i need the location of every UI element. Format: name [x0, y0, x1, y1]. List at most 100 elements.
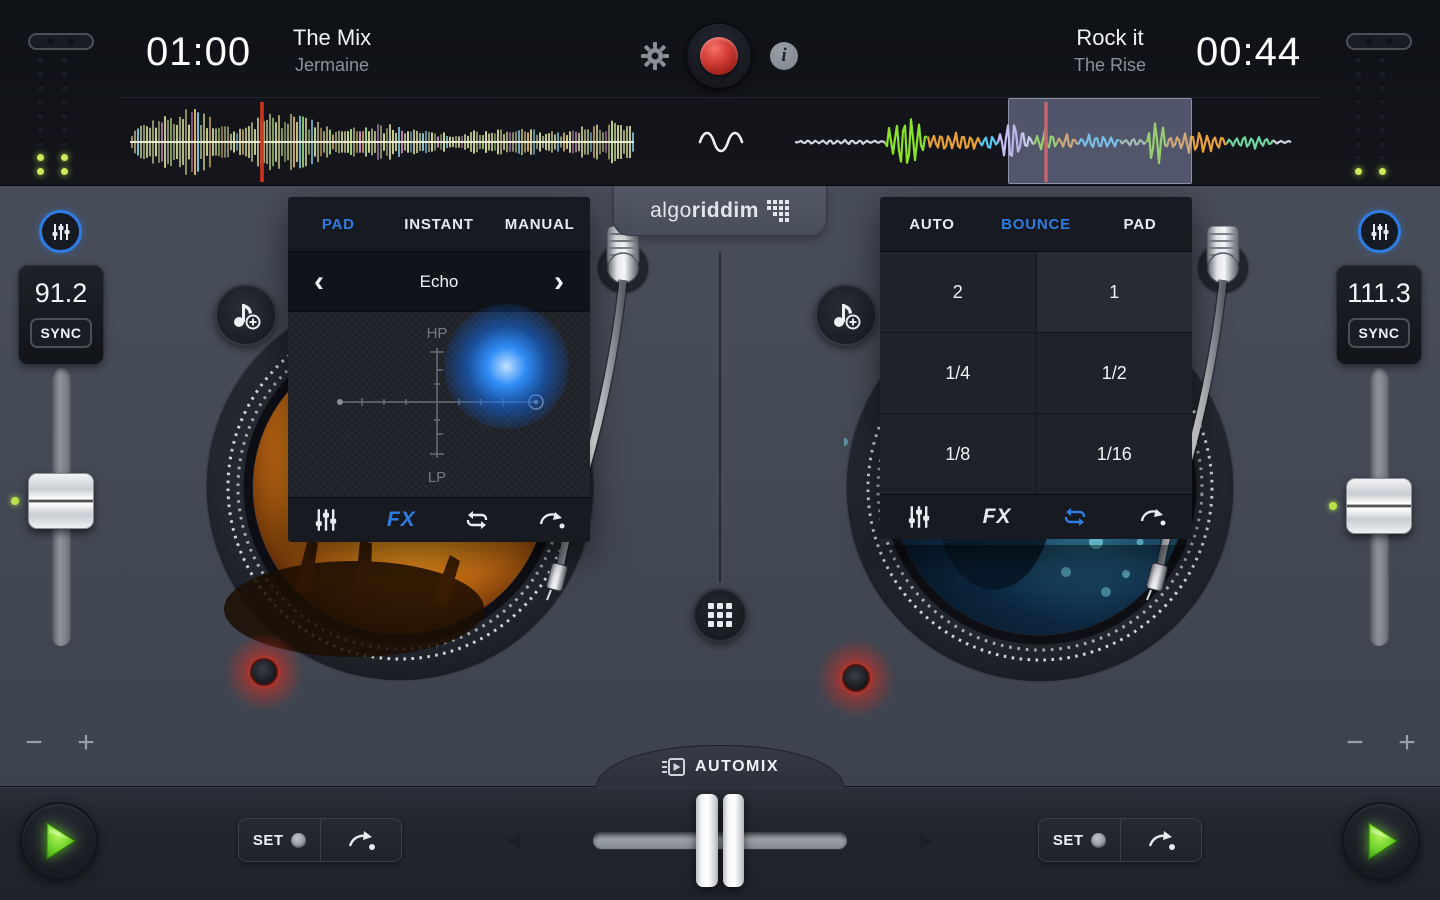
center-divider	[719, 252, 721, 582]
chevron-right-icon[interactable]: ›	[554, 267, 564, 297]
bounce-cell[interactable]: 1/4	[880, 333, 1036, 413]
sampler-grid-button[interactable]	[693, 588, 747, 642]
fx-tab-bar: PAD INSTANT MANUAL	[288, 197, 590, 252]
record-button[interactable]	[686, 23, 752, 89]
automix-button[interactable]: AUTOMIX	[596, 745, 844, 787]
loop-selection-region[interactable]	[1008, 98, 1192, 184]
mini-fader-indicator	[1346, 33, 1412, 50]
automix-play-icon	[661, 758, 685, 776]
cue-dot-icon	[291, 833, 306, 848]
add-track-button[interactable]	[815, 284, 877, 346]
fx-xy-pad[interactable]: HP LP	[288, 312, 590, 497]
effect-selector: ‹ Echo ›	[288, 252, 590, 312]
tempo-plus-button[interactable]: +	[66, 726, 106, 760]
logo-grid-icon	[766, 199, 790, 223]
record-icon	[700, 37, 738, 75]
left-track-info[interactable]: The Mix Jermaine	[222, 25, 442, 76]
left-fx-panel: PAD INSTANT MANUAL ‹ Echo › HP LP	[288, 197, 590, 542]
bounce-tab-bar: AUTO BOUNCE PAD	[880, 197, 1192, 252]
tab-manual[interactable]: MANUAL	[489, 216, 590, 233]
djay-app: algoriddim AUTOMIX	[0, 0, 1440, 900]
mixer-button[interactable]	[880, 505, 958, 529]
fx-button[interactable]: FX	[958, 505, 1036, 529]
sync-button[interactable]: SYNC	[1348, 318, 1410, 348]
bounce-cell[interactable]: 1/8	[880, 414, 1036, 494]
mixer-button[interactable]	[288, 508, 364, 532]
crossfade-left-arrow	[506, 833, 520, 849]
crossfader-handle[interactable]	[696, 794, 744, 887]
play-button[interactable]	[20, 802, 98, 880]
tab-pad[interactable]: PAD	[1088, 216, 1192, 233]
cue-dot-icon	[1091, 833, 1106, 848]
jump-cue-button[interactable]	[320, 819, 402, 861]
redo-button[interactable]	[515, 509, 591, 531]
chevron-left-icon[interactable]: ‹	[314, 267, 324, 297]
left-cue-controls: SET	[238, 818, 402, 862]
waveform-toggle-icon[interactable]	[698, 128, 744, 156]
settings-button[interactable]	[640, 41, 670, 71]
bounce-cell[interactable]: 2	[880, 252, 1036, 332]
track-artist: Jermaine	[222, 55, 442, 76]
bounce-icon-bar: FX	[880, 494, 1192, 539]
bounce-cell[interactable]: 1/2	[1037, 333, 1193, 413]
track-title: Rock it	[1000, 25, 1220, 51]
right-cue-controls: SET	[1038, 818, 1202, 862]
fx-button[interactable]: FX	[364, 508, 440, 532]
bounce-grid: 2 1 1/4 1/2 1/8 1/16	[880, 252, 1192, 494]
bounce-cell[interactable]: 1/16	[1037, 414, 1193, 494]
sync-button[interactable]: SYNC	[30, 318, 92, 348]
cue-light[interactable]	[250, 658, 278, 686]
eq-sliders-icon	[51, 222, 71, 242]
effect-name: Echo	[420, 272, 459, 292]
bounce-cell[interactable]: 1	[1037, 252, 1193, 332]
tab-instant[interactable]: INSTANT	[389, 216, 490, 233]
tempo-plus-button[interactable]: +	[1387, 726, 1427, 760]
right-tempo-slider[interactable]	[1336, 368, 1422, 646]
set-cue-button[interactable]: SET	[1039, 819, 1120, 861]
lp-label: LP	[428, 469, 446, 486]
mixer-sliders-icon	[907, 505, 931, 529]
loop-button[interactable]	[439, 509, 515, 531]
slider-handle[interactable]	[28, 473, 94, 529]
remaining-time: 00:44	[1196, 30, 1301, 75]
left-waveform[interactable]	[128, 100, 640, 184]
mini-fader-indicator	[28, 33, 94, 50]
tempo-minus-button[interactable]: −	[1335, 726, 1375, 760]
tab-pad[interactable]: PAD	[288, 216, 389, 233]
crossfade-right-arrow	[920, 833, 934, 849]
tempo-minus-button[interactable]: −	[14, 726, 54, 760]
right-track-info[interactable]: Rock it The Rise	[1000, 25, 1220, 76]
slider-handle[interactable]	[1346, 478, 1412, 534]
loop-icon	[1061, 506, 1089, 528]
right-level-meter	[1355, 56, 1386, 175]
right-bounce-panel: AUTO BOUNCE PAD 2 1 1/4 1/2 1/8 1/16 FX	[880, 197, 1192, 545]
set-cue-button[interactable]: SET	[239, 819, 320, 861]
left-tempo-slider[interactable]	[18, 368, 104, 646]
left-level-meter	[37, 56, 68, 175]
left-bpm-panel: 91.2 SYNC	[18, 265, 104, 365]
tab-bounce[interactable]: BOUNCE	[984, 216, 1088, 233]
tab-auto[interactable]: AUTO	[880, 216, 984, 233]
fx-touch-point[interactable]	[444, 304, 569, 429]
track-title: The Mix	[222, 25, 442, 51]
bpm-value: 91.2	[35, 278, 88, 309]
play-icon	[39, 819, 79, 863]
music-note-add-icon	[229, 298, 263, 332]
redo-button[interactable]	[1114, 506, 1192, 528]
algoriddim-logo: algoriddim	[613, 186, 827, 236]
eq-button[interactable]	[39, 210, 82, 253]
track-artist: The Rise	[1000, 55, 1220, 76]
info-button[interactable]: i	[770, 42, 798, 70]
grid-icon	[708, 603, 732, 627]
tempo-led	[11, 497, 19, 505]
play-button[interactable]	[1342, 802, 1420, 880]
eq-button[interactable]	[1358, 210, 1401, 253]
add-track-button[interactable]	[215, 284, 277, 346]
gear-icon	[640, 41, 670, 71]
header: 01:00 The Mix Jermaine	[0, 0, 1440, 186]
loop-button[interactable]	[1036, 506, 1114, 528]
curved-arrow-icon	[346, 828, 376, 852]
jump-cue-button[interactable]	[1120, 819, 1202, 861]
cue-light[interactable]	[842, 664, 870, 692]
play-icon	[1361, 819, 1401, 863]
